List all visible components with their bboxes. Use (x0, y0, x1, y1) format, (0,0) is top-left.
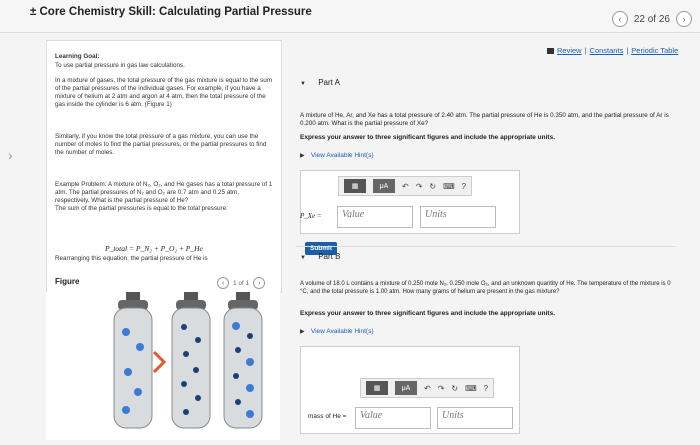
top-links: Review | Constants | Periodic Table (547, 46, 678, 55)
part-a-hints-link: View Available Hint(s) (310, 152, 374, 159)
figure-pager: ‹ 1 of 1 › (217, 277, 266, 289)
part-b-header[interactable]: ▼ Part B (300, 252, 340, 261)
part-b-var-label: mass of He = (308, 413, 347, 420)
goal-heading: Learning Goal: (55, 53, 100, 60)
part-b-value-input[interactable]: Value (355, 407, 431, 429)
collapse-triangle-icon: ▼ (300, 255, 306, 261)
arrow-icon (152, 350, 167, 374)
templates-button[interactable]: ▦ (366, 381, 388, 395)
redo-icon[interactable]: ↷ (416, 182, 423, 191)
review-link[interactable]: Review (557, 46, 582, 55)
link-separator: | (626, 46, 629, 55)
pager: ‹ 22 of 26 › (611, 11, 692, 27)
goal-subtitle: To use partial pressure in gas law calcu… (55, 62, 185, 69)
part-a-hints[interactable]: ▶ View Available Hint(s) (300, 150, 373, 159)
part-b-hints[interactable]: ▶ View Available Hint(s) (300, 326, 373, 335)
partial-pressure-formula: P_total = P_N₂ + P_O₂ + P_He (105, 244, 203, 253)
example-line-2: The sum of the partial pressures is equa… (55, 205, 228, 212)
part-b-hints-link: View Available Hint(s) (310, 328, 374, 335)
keyboard-icon[interactable]: ⌨ (443, 182, 455, 191)
cylinder-helium (113, 292, 153, 429)
figure-prev-button[interactable]: ‹ (217, 277, 229, 289)
next-page-button[interactable]: › (676, 11, 692, 27)
figure-label: Figure (55, 277, 80, 286)
part-b-units-input[interactable]: Units (437, 407, 513, 429)
constants-link[interactable]: Constants (590, 46, 624, 55)
figure-next-button[interactable]: › (253, 277, 266, 289)
part-a-toolbar: ▦ μA ↶ ↷ ↻ ⌨ ? (338, 176, 473, 196)
part-a-question: A mixture of He, Ar, and Xe has a total … (300, 112, 669, 127)
review-icon (547, 47, 554, 54)
goal-paragraph-1: In a mixture of gases, the total pressur… (55, 77, 273, 108)
part-a-instruction: Express your answer to three significant… (300, 134, 555, 141)
reset-icon[interactable]: ↻ (429, 182, 436, 191)
keyboard-icon[interactable]: ⌨ (465, 384, 477, 393)
example-problem: Example Problem: A mixture of N₂, O₂, an… (55, 181, 275, 213)
figure-image (46, 292, 280, 440)
cylinder-mixture (223, 292, 263, 429)
top-bar: ± Core Chemistry Skill: Calculating Part… (0, 0, 700, 33)
cylinder-argon (171, 292, 211, 429)
collapse-panel-chevron-icon[interactable]: › (8, 147, 13, 163)
collapse-triangle-icon: ▼ (300, 81, 306, 87)
part-b-toolbar: ▦ μA ↶ ↷ ↻ ⌨ ? (360, 378, 495, 398)
figure-header: Figure ‹ 1 of 1 › (46, 272, 282, 293)
part-b-label: Part B (318, 252, 341, 261)
prev-page-button[interactable]: ‹ (611, 11, 628, 27)
part-a-label: Part A (318, 78, 340, 87)
part-a-var-label: P_Xe = (300, 212, 322, 220)
example-line-3: Rearranging this equation, the partial p… (55, 255, 208, 262)
learning-goal-panel: Learning Goal: To use partial pressure i… (46, 40, 282, 274)
reset-icon[interactable]: ↻ (451, 384, 458, 393)
help-icon[interactable]: ? (484, 384, 488, 393)
periodic-table-link[interactable]: Periodic Table (631, 46, 678, 55)
expand-triangle-icon: ▶ (300, 153, 305, 159)
goal-paragraph-2: Similarly, if you know the total pressur… (55, 133, 267, 156)
link-separator: | (584, 46, 587, 55)
undo-icon[interactable]: ↶ (424, 384, 431, 393)
figure-pager-text: 1 of 1 (233, 279, 250, 287)
part-a-header[interactable]: ▼ Part A (300, 78, 340, 87)
pager-text: 22 of 26 (633, 13, 670, 25)
undo-icon[interactable]: ↶ (402, 182, 409, 191)
part-b-instruction: Express your answer to three significant… (300, 310, 555, 317)
units-button[interactable]: μA (373, 179, 395, 193)
expand-triangle-icon: ▶ (300, 329, 305, 335)
part-b-question: A volume of 18.0 L contains a mixture of… (300, 281, 671, 295)
help-icon[interactable]: ? (462, 182, 466, 191)
gas-cylinders-illustration (113, 292, 263, 429)
units-button[interactable]: μA (395, 381, 417, 395)
redo-icon[interactable]: ↷ (438, 384, 445, 393)
part-a-value-input[interactable]: Value (337, 206, 413, 228)
templates-button[interactable]: ▦ (344, 179, 366, 193)
example-line-1: Example Problem: A mixture of N₂, O₂, an… (55, 181, 273, 204)
divider (296, 246, 676, 247)
part-a-units-input[interactable]: Units (420, 206, 496, 228)
page-title: ± Core Chemistry Skill: Calculating Part… (30, 6, 312, 18)
